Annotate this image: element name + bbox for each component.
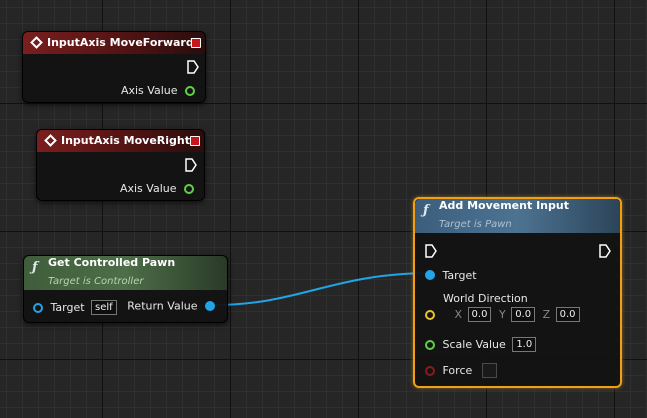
target-label: Target xyxy=(50,301,85,314)
node-title: InputAxis MoveRight xyxy=(61,134,190,147)
z-axis-label: Z xyxy=(542,308,551,321)
axis-value-label: Axis Value xyxy=(119,182,177,195)
input-axis-moveforward-node[interactable]: InputAxis MoveForward Axis Value xyxy=(22,31,206,103)
event-diamond-icon xyxy=(44,134,57,147)
x-axis-label: X xyxy=(454,308,463,321)
force-pin[interactable] xyxy=(425,365,435,376)
force-checkbox[interactable] xyxy=(481,363,497,378)
z-value-input[interactable]: 0.0 xyxy=(555,307,580,322)
target-self-value[interactable]: self xyxy=(91,300,117,315)
node-header[interactable]: ƒ Add Movement Input Target is Pawn xyxy=(415,199,620,233)
scale-value-input[interactable]: 1.0 xyxy=(512,337,537,352)
function-f-icon: ƒ xyxy=(423,203,429,218)
x-value-input[interactable]: 0.0 xyxy=(467,307,492,322)
node-header[interactable]: InputAxis MoveRight xyxy=(37,130,204,152)
delegate-stop-icon[interactable] xyxy=(190,136,200,146)
function-f-icon: ƒ xyxy=(32,260,38,275)
node-title: InputAxis MoveForward xyxy=(47,36,194,49)
axis-value-pin[interactable] xyxy=(185,86,195,96)
world-direction-label: World Direction xyxy=(443,292,528,305)
event-diamond-icon xyxy=(30,36,43,49)
y-value-input[interactable]: 0.0 xyxy=(511,307,536,322)
input-axis-moveright-node[interactable]: InputAxis MoveRight Axis Value xyxy=(36,129,205,201)
scale-value-pin[interactable] xyxy=(425,339,435,350)
axis-value-label: Axis Value xyxy=(120,84,178,97)
get-controlled-pawn-node[interactable]: ƒ Get Controlled Pawn Target is Controll… xyxy=(23,255,228,323)
axis-value-pin[interactable] xyxy=(184,184,194,194)
return-value-pin[interactable] xyxy=(205,301,215,311)
scale-value-label: Scale Value xyxy=(442,338,506,351)
node-subtitle: Target is Pawn xyxy=(439,219,512,230)
force-label: Force xyxy=(442,364,473,377)
y-axis-label: Y xyxy=(498,308,506,321)
target-label: Target xyxy=(442,268,477,282)
delegate-stop-icon[interactable] xyxy=(191,38,201,48)
node-subtitle: Target is Controller xyxy=(48,276,144,287)
return-value-label: Return Value xyxy=(127,299,198,313)
node-header[interactable]: InputAxis MoveForward xyxy=(23,32,205,54)
target-input-pin[interactable] xyxy=(425,270,435,280)
target-input-pin[interactable] xyxy=(33,302,43,313)
world-direction-pin[interactable] xyxy=(425,309,435,320)
node-header[interactable]: ƒ Get Controlled Pawn Target is Controll… xyxy=(24,256,227,290)
add-movement-input-node[interactable]: ƒ Add Movement Input Target is Pawn Targ… xyxy=(413,197,622,388)
